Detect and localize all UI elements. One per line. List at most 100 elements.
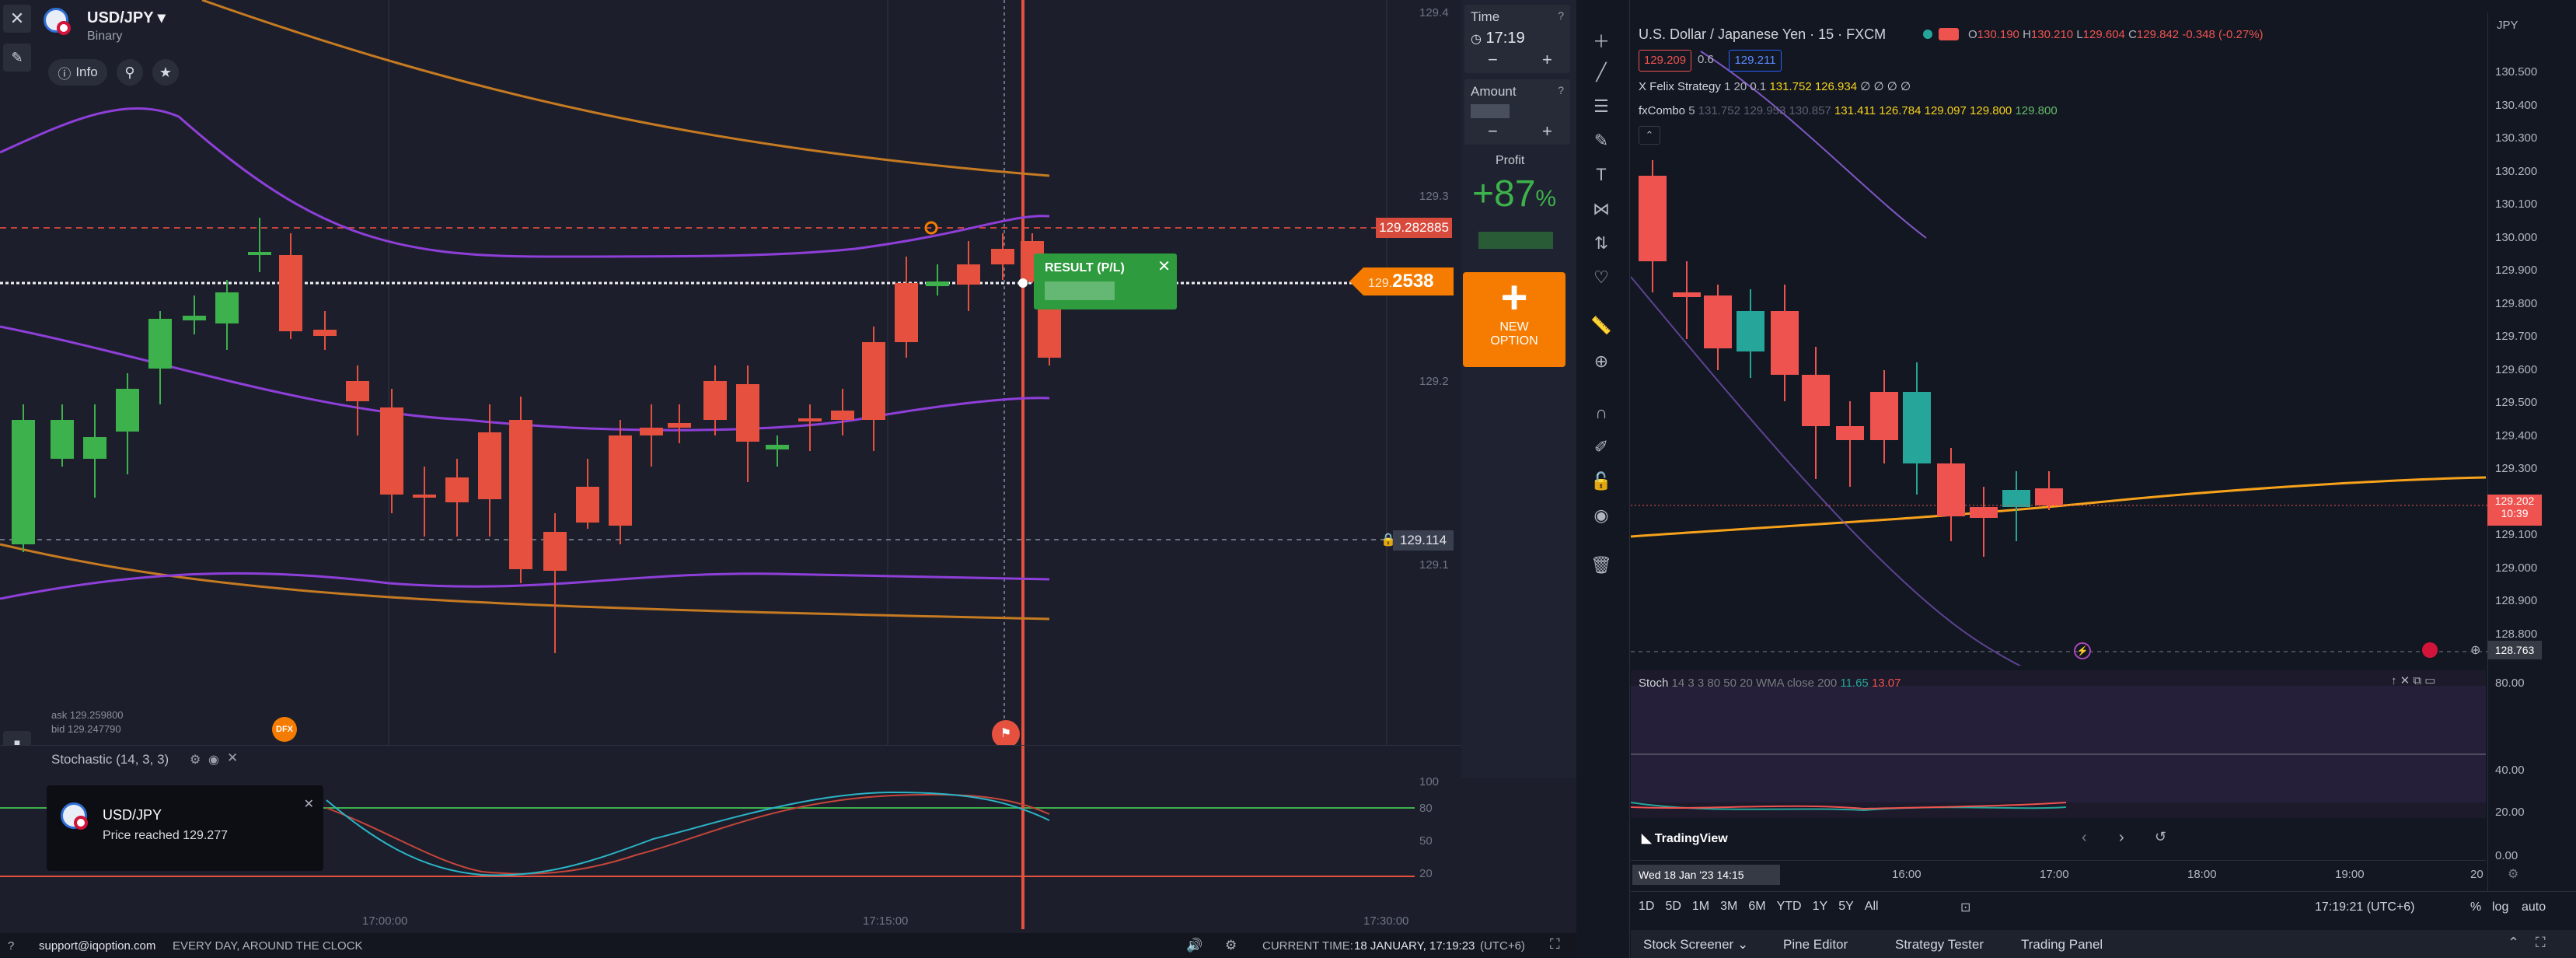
collapse-icon[interactable]: ⌃ bbox=[2508, 935, 2519, 951]
time-tick: 16:00 bbox=[1892, 868, 1922, 881]
clock-display[interactable]: 17:19:21 (UTC+6) bbox=[2315, 900, 2415, 914]
stoch-tick: 40.00 bbox=[2495, 764, 2525, 777]
range-button-ytd[interactable]: YTD bbox=[1777, 900, 1802, 914]
scroll-left-icon[interactable]: ‹ bbox=[2082, 829, 2087, 847]
range-button-6m[interactable]: 6M bbox=[1748, 900, 1765, 914]
star-icon[interactable]: ★ bbox=[152, 59, 179, 86]
pencil-lock-icon[interactable]: ✐ bbox=[1587, 437, 1615, 457]
price-tick: 130.400 bbox=[2495, 98, 2538, 112]
fib-icon[interactable]: ☰ bbox=[1587, 96, 1615, 117]
log-toggle[interactable]: log bbox=[2492, 900, 2508, 914]
zoom-icon[interactable]: ⊕ bbox=[1587, 351, 1615, 372]
tab-pine-editor[interactable]: Pine Editor bbox=[1783, 937, 1848, 953]
stoch-legend[interactable]: Stoch 14 3 3 80 50 20 WMA close 200 11.6… bbox=[1639, 677, 1901, 690]
support-email[interactable]: support@iqoption.com bbox=[39, 939, 155, 953]
time-box[interactable]: Time ? ◷ 17:19 − + bbox=[1464, 5, 1570, 73]
price-tick: 129.100 bbox=[2495, 528, 2538, 541]
range-button-3m[interactable]: 3M bbox=[1720, 900, 1737, 914]
close-icon[interactable]: ✕ bbox=[3, 5, 31, 33]
close-icon[interactable]: ✕ bbox=[304, 796, 314, 812]
range-button-1d[interactable]: 1D bbox=[1639, 900, 1654, 914]
lightning-icon[interactable]: ⚡ bbox=[2074, 642, 2091, 659]
tab-trading-panel[interactable]: Trading Panel bbox=[2021, 937, 2103, 953]
h-value: 130.210 bbox=[2030, 28, 2074, 41]
percent-toggle[interactable]: % bbox=[2470, 900, 2481, 914]
close-icon[interactable]: ✕ bbox=[227, 750, 238, 766]
fullscreen-icon[interactable]: ⛶ bbox=[1550, 936, 1560, 953]
eye-icon[interactable]: ◉ bbox=[1587, 505, 1615, 526]
flag-icon[interactable]: ⚑ bbox=[992, 720, 1020, 748]
candle-body bbox=[640, 428, 663, 435]
help-icon[interactable]: ? bbox=[8, 939, 14, 953]
amount-minus-button[interactable]: − bbox=[1488, 121, 1498, 142]
help-icon[interactable]: ? bbox=[1558, 9, 1564, 22]
eye-icon[interactable]: ◉ bbox=[208, 752, 219, 767]
range-button-all[interactable]: All bbox=[1865, 900, 1879, 914]
range-button-1m[interactable]: 1M bbox=[1692, 900, 1709, 914]
lock-icon[interactable]: 🔓 bbox=[1587, 471, 1615, 491]
measure-icon[interactable]: ⇅ bbox=[1587, 233, 1615, 253]
help-icon[interactable]: ? bbox=[1558, 84, 1564, 96]
maximize-icon[interactable]: ⛶ bbox=[2536, 935, 2546, 951]
close-icon[interactable]: ✕ bbox=[1157, 257, 1171, 276]
gear-icon[interactable]: ⚙ bbox=[190, 752, 201, 767]
candle-body bbox=[1937, 463, 1965, 516]
tab-stock-screener[interactable]: Stock Screener ⌄ bbox=[1643, 937, 1748, 953]
gear-icon[interactable]: ⚙ bbox=[2508, 866, 2518, 882]
auto-toggle[interactable]: auto bbox=[2522, 900, 2546, 914]
fxcombo-legend[interactable]: fxCombo 5 131.752 129.953 130.857 131.41… bbox=[1639, 104, 2058, 117]
range-button-1y[interactable]: 1Y bbox=[1813, 900, 1828, 914]
time-value[interactable]: ◷ 17:19 bbox=[1471, 30, 1525, 47]
heart-icon[interactable]: ♡ bbox=[1587, 267, 1615, 288]
japan-flag-icon bbox=[57, 21, 71, 35]
gear-icon[interactable]: ⚙ bbox=[1225, 938, 1237, 953]
candle-body bbox=[509, 420, 532, 569]
asset-selector[interactable]: USD/JPY ▾ bbox=[87, 8, 166, 27]
flag-badge[interactable] bbox=[1939, 28, 1959, 40]
range-bar: 1D 5D 1M 3M 6M YTD 1Y 5Y All ⊡ 17:19:21 (UTC+6) … bbox=[1631, 891, 2576, 925]
range-button-5d[interactable]: 5D bbox=[1665, 900, 1681, 914]
asset-type: Binary bbox=[87, 30, 123, 43]
currency-label[interactable]: JPY bbox=[2497, 19, 2518, 32]
brush-icon[interactable]: ✎ bbox=[1587, 131, 1615, 151]
drawing-tool-icon[interactable]: ✎ bbox=[3, 44, 31, 72]
candle-body bbox=[1639, 176, 1667, 261]
price-alert-notification[interactable]: USD/JPY Price reached 129.277 ✕ bbox=[47, 785, 323, 871]
trendline-icon[interactable]: ╱ bbox=[1587, 62, 1615, 82]
range-button-5y[interactable]: 5Y bbox=[1838, 900, 1854, 914]
info-button[interactable]: ⓘ Info bbox=[48, 59, 107, 86]
felix-strategy-legend[interactable]: X Felix Strategy 1 20 0.1 131.752 126.93… bbox=[1639, 79, 1911, 93]
buy-price-button[interactable]: 129.211 bbox=[1729, 50, 1782, 72]
crosshair-icon[interactable]: ＋ bbox=[1587, 28, 1615, 53]
collapse-legend-icon[interactable]: ⌃ bbox=[1639, 126, 1660, 145]
time-plus-button[interactable]: + bbox=[1542, 50, 1552, 70]
y-tick: 129.4 bbox=[1419, 6, 1449, 19]
crosshair-price-label: 128.763 bbox=[2487, 641, 2542, 659]
tab-strategy-tester[interactable]: Strategy Tester bbox=[1895, 937, 1984, 953]
time-minus-button[interactable]: − bbox=[1488, 50, 1498, 70]
amount-box[interactable]: Amount ? − + bbox=[1464, 79, 1570, 145]
ruler-icon[interactable]: 📏 bbox=[1587, 316, 1615, 336]
sell-price-button[interactable]: 129.209 bbox=[1639, 50, 1691, 72]
pattern-icon[interactable]: ⋈ bbox=[1587, 199, 1615, 219]
new-option-button[interactable]: + NEW OPTION bbox=[1463, 272, 1565, 367]
reset-icon[interactable]: ↺ bbox=[2155, 829, 2166, 845]
trash-icon[interactable]: 🗑 bbox=[1587, 555, 1615, 575]
add-alert-icon[interactable]: ⊕ bbox=[2470, 642, 2480, 658]
text-icon[interactable]: T bbox=[1587, 165, 1615, 185]
fxcombo-v3: 130.857 bbox=[1789, 104, 1831, 117]
dfx-badge[interactable]: DFX bbox=[272, 717, 297, 742]
scroll-right-icon[interactable]: › bbox=[2119, 829, 2124, 847]
price-tick: 129.400 bbox=[2495, 428, 2538, 442]
goto-date-icon[interactable]: ⊡ bbox=[1960, 900, 1970, 915]
tv-stochastic-pane[interactable] bbox=[1631, 670, 2486, 818]
pane-controls[interactable]: ↑ ✕ ⧉ ▭ bbox=[2391, 673, 2435, 687]
alert-icon[interactable]: ⚲ bbox=[117, 59, 143, 86]
sound-icon[interactable]: 🔊 bbox=[1186, 938, 1202, 953]
amount-plus-button[interactable]: + bbox=[1542, 121, 1552, 142]
result-pl-box[interactable]: RESULT (P/L) ✕ bbox=[1034, 253, 1177, 309]
tradingview-logo[interactable]: ◣ TradingView bbox=[1642, 830, 1728, 846]
symbol-title[interactable]: U.S. Dollar / Japanese Yen · 15 · FXCM bbox=[1639, 26, 1886, 43]
price-chart[interactable] bbox=[0, 0, 1461, 778]
magnet-icon[interactable]: ∩ bbox=[1587, 403, 1615, 423]
